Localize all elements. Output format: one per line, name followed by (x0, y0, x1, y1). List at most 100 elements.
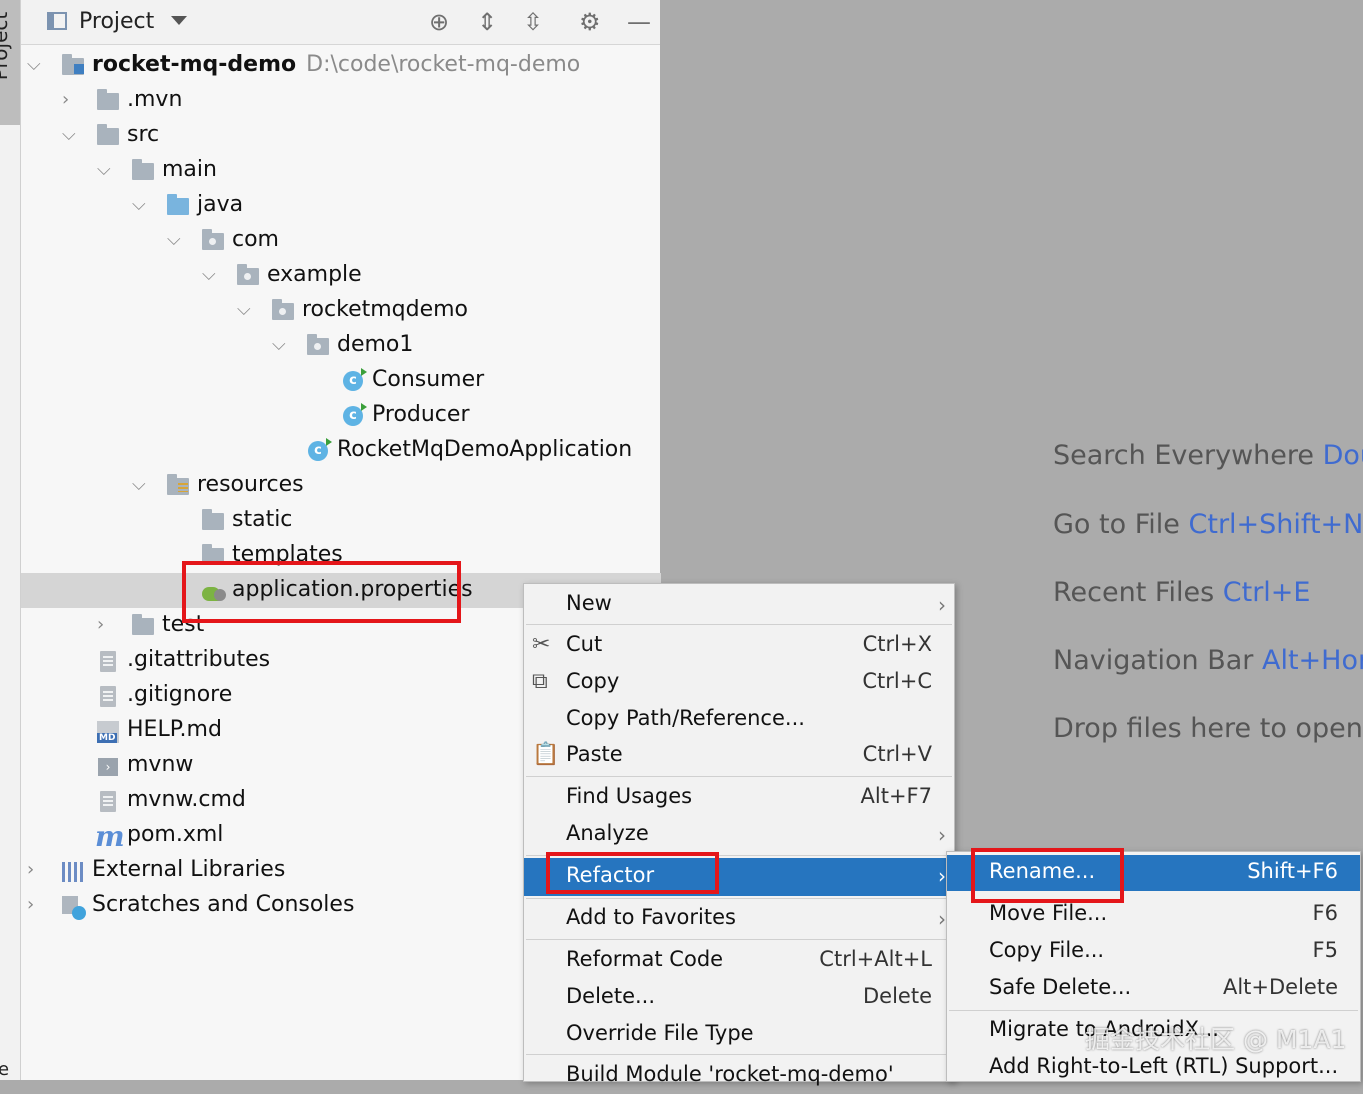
menu-item-new[interactable]: New › (524, 587, 954, 623)
spring-class-icon: c (308, 438, 332, 461)
menu-item-copy[interactable]: ⧉ Copy Ctrl+C (524, 665, 954, 701)
tree-row-rocketmqdemoapplication[interactable]: c RocketMqDemoApplication (21, 433, 660, 468)
chevron-right-icon[interactable]: › (62, 89, 69, 110)
text-file-icon (100, 791, 116, 812)
folder-icon (132, 614, 154, 635)
chevron-down-icon[interactable]: ⌵ (167, 229, 181, 250)
tree-label: src (127, 122, 160, 147)
tree-row-templates[interactable]: templates (21, 538, 660, 573)
folder-icon (97, 89, 119, 110)
tree-label: templates (232, 542, 343, 567)
module-folder-icon (62, 54, 84, 75)
chevron-down-icon[interactable]: ⌵ (62, 124, 76, 145)
menu-item-delete[interactable]: Delete... Delete (524, 980, 954, 1016)
tree-row-static[interactable]: static (21, 503, 660, 538)
menu-separator (526, 624, 952, 625)
paste-icon: 📋 (532, 742, 560, 767)
menu-separator (526, 898, 952, 899)
tree-label: Scratches and Consoles (92, 892, 355, 917)
tree-label: com (232, 227, 279, 252)
hint-search-everywhere: Search Everywhere Dou (1053, 440, 1363, 471)
project-stripe-tab[interactable]: Project (0, 0, 20, 125)
tree-row-example[interactable]: ⌵ example (21, 258, 660, 293)
chevron-down-icon[interactable]: ⌵ (27, 54, 41, 75)
tree-label: application.properties (232, 577, 473, 602)
tree-label: test (162, 612, 205, 637)
markdown-file-icon: MD (97, 721, 119, 743)
hint-drop-files: Drop files here to open (1053, 713, 1363, 744)
tree-label: demo1 (337, 332, 414, 357)
tool-window-stripe: Project e (0, 0, 21, 1080)
folder-icon (202, 509, 224, 530)
chevron-down-icon[interactable]: ⌵ (272, 334, 286, 355)
maven-icon: m (95, 820, 125, 853)
scratches-icon (62, 896, 86, 920)
tree-row-producer[interactable]: c Producer (21, 398, 660, 433)
menu-item-paste[interactable]: 📋 Paste Ctrl+V (524, 738, 954, 774)
tree-row-com[interactable]: ⌵ com (21, 223, 660, 258)
tree-label: HELP.md (127, 717, 222, 742)
submenu-item-copy-file[interactable]: Copy File... F5 (947, 934, 1360, 970)
chevron-down-icon[interactable]: ⌵ (237, 299, 251, 320)
chevron-down-icon[interactable]: ⌵ (202, 264, 216, 285)
expand-all-icon[interactable]: ⇕ (477, 8, 497, 36)
tree-row-demo1[interactable]: ⌵ demo1 (21, 328, 660, 363)
tree-row-consumer[interactable]: c Consumer (21, 363, 660, 398)
chevron-right-icon: › (938, 823, 946, 847)
tree-label: RocketMqDemoApplication (337, 437, 633, 462)
source-folder-icon (167, 194, 189, 215)
chevron-right-icon[interactable]: › (27, 894, 34, 915)
menu-separator (526, 1054, 952, 1055)
tree-row-java[interactable]: ⌵ java (21, 188, 660, 223)
project-toolbar: Project ⊕ ⇕ ⇳ ⚙ — (21, 0, 660, 45)
menu-item-cut[interactable]: ✂ Cut Ctrl+X (524, 628, 954, 664)
gear-icon[interactable]: ⚙ (579, 8, 601, 36)
submenu-item-safe-delete[interactable]: Safe Delete... Alt+Delete (947, 971, 1360, 1007)
chevron-down-icon[interactable]: ⌵ (132, 194, 146, 215)
project-stripe-label: Project (0, 11, 13, 81)
menu-item-copy-path[interactable]: Copy Path/Reference... (524, 702, 954, 738)
class-icon: c (343, 403, 367, 426)
chevron-right-icon: › (938, 907, 946, 931)
menu-item-add-to-favorites[interactable]: Add to Favorites › (524, 901, 954, 937)
tree-label: .mvn (127, 87, 183, 112)
copy-icon: ⧉ (532, 669, 548, 694)
menu-item-build-module[interactable]: Build Module 'rocket-mq-demo' (524, 1058, 954, 1094)
minimize-icon[interactable]: — (627, 8, 651, 36)
tree-row-mvn[interactable]: › .mvn (21, 83, 660, 118)
menu-item-reformat-code[interactable]: Reformat Code Ctrl+Alt+L (524, 943, 954, 979)
chevron-down-icon[interactable]: ⌵ (97, 159, 111, 180)
hint-navigation-bar: Navigation Bar Alt+Hor (1053, 645, 1363, 676)
watermark: 掘金技术社区 @ M1A1 (1085, 1025, 1347, 1054)
folder-icon (202, 544, 224, 565)
tree-label: pom.xml (127, 822, 224, 847)
tree-row-rocket-mq-demo[interactable]: ⌵ rocket-mq-demo D:\code\rocket-mq-demo (21, 48, 660, 83)
ignore-file-icon (100, 686, 116, 707)
tree-label: mvnw (127, 752, 194, 777)
chevron-right-icon[interactable]: › (27, 859, 34, 880)
project-view-title[interactable]: Project (79, 9, 154, 34)
tree-label: .gitattributes (127, 647, 271, 672)
menu-item-find-usages[interactable]: Find Usages Alt+F7 (524, 780, 954, 816)
tree-row-rocketmqdemo[interactable]: ⌵ rocketmqdemo (21, 293, 660, 328)
menu-separator (949, 1010, 1358, 1011)
hint-go-to-file: Go to File Ctrl+Shift+N (1053, 509, 1363, 540)
tree-label: Producer (372, 402, 470, 427)
menu-item-override-file-type[interactable]: Override File Type (524, 1017, 954, 1053)
submenu-item-move-file[interactable]: Move File... F6 (947, 897, 1360, 933)
menu-item-analyze[interactable]: Analyze › (524, 817, 954, 853)
chevron-right-icon[interactable]: › (97, 614, 104, 635)
chevron-down-icon[interactable] (171, 16, 187, 25)
tree-row-main[interactable]: ⌵ main (21, 153, 660, 188)
menu-item-refactor[interactable]: Refactor › (524, 858, 954, 896)
package-icon (272, 299, 294, 320)
menu-separator (526, 776, 952, 777)
locate-icon[interactable]: ⊕ (429, 8, 449, 36)
tree-row-resources[interactable]: ⌵ resources (21, 468, 660, 503)
tree-row-src[interactable]: ⌵ src (21, 118, 660, 153)
submenu-item-rename[interactable]: Rename... Shift+F6 (947, 855, 1360, 891)
stripe-bottom-label: e (0, 1059, 10, 1080)
tree-label: rocket-mq-demo (92, 52, 297, 77)
chevron-down-icon[interactable]: ⌵ (132, 474, 146, 495)
collapse-all-icon[interactable]: ⇳ (523, 8, 543, 36)
